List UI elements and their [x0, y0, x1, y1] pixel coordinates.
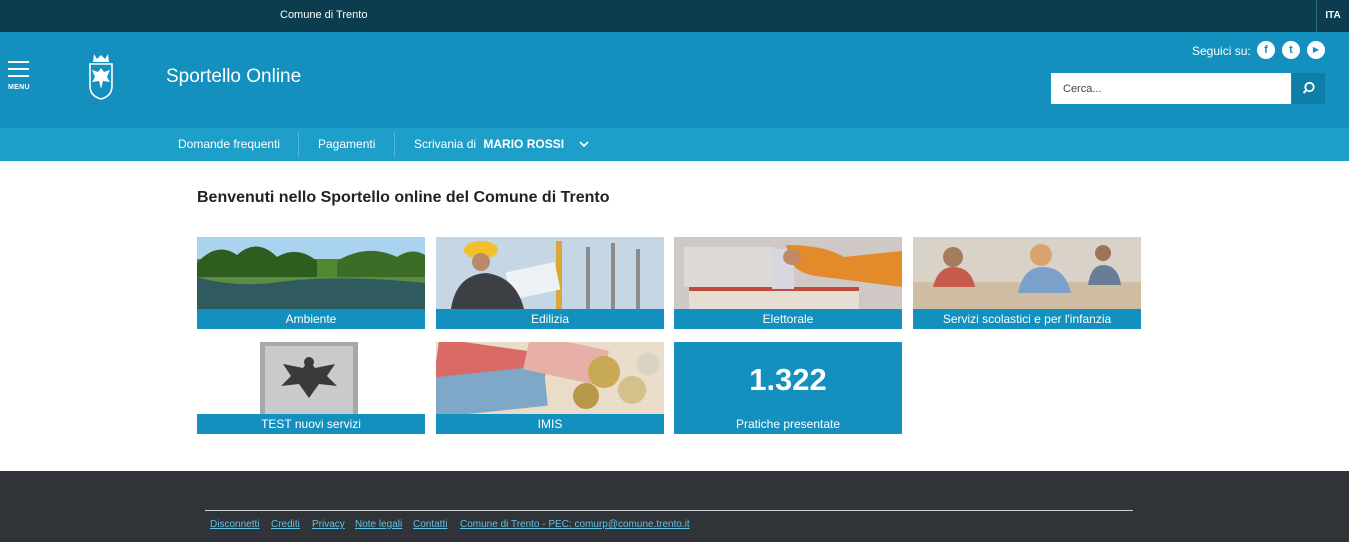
imis-image [436, 342, 664, 414]
tile-test-nuovi-servizi[interactable]: TEST nuovi servizi [197, 342, 425, 434]
counter-label: Pratiche presentate [735, 417, 841, 431]
search-input[interactable] [1051, 73, 1291, 104]
tile-edilizia[interactable]: Edilizia [436, 237, 664, 329]
nav-user-name: MARIO ROSSI [483, 137, 565, 151]
chevron-down-icon [579, 141, 589, 148]
tile-elettorale[interactable]: Elettorale [674, 237, 902, 329]
language-switch[interactable]: ITA [1316, 0, 1349, 32]
follow-label: Seguici su: [1192, 44, 1251, 58]
city-crest-logo[interactable] [86, 52, 116, 100]
footer-link-contacts[interactable]: Contatti [413, 519, 447, 530]
nav-divider [394, 132, 395, 157]
nav-divider [298, 132, 299, 157]
tile-label: Edilizia [436, 309, 664, 329]
nav-user-desk[interactable]: Scrivania di MARIO ROSSI [414, 128, 589, 161]
crest-image [197, 342, 425, 414]
tile-label: Servizi scolastici e per l'infanzia [913, 309, 1141, 329]
footer: Disconnetti Crediti Privacy Note legali … [0, 471, 1349, 542]
main-nav: Domande frequenti Pagamenti Scrivania di… [0, 128, 1349, 161]
elettorale-image [674, 237, 902, 309]
top-bar: Comune di Trento ITA [0, 0, 1349, 32]
counter-value: 1.322 [749, 362, 827, 397]
facebook-icon[interactable]: f [1257, 41, 1275, 59]
footer-divider [205, 510, 1133, 511]
footer-link-pec[interactable]: Comune di Trento - PEC: comurp@comune.tr… [460, 519, 690, 530]
footer-link-logout[interactable]: Disconnetti [210, 519, 259, 530]
menu-button[interactable]: MENU [8, 61, 30, 95]
tile-label: Elettorale [674, 309, 902, 329]
nav-desk-prefix: Scrivania di [414, 137, 477, 151]
footer-link-credits[interactable]: Crediti [271, 519, 300, 530]
page-title: Benvenuti nello Sportello online del Com… [197, 189, 610, 206]
tile-label: IMIS [436, 414, 664, 434]
servizi-scolastici-image [913, 237, 1141, 309]
search-icon [1302, 81, 1315, 94]
site-title[interactable]: Sportello Online [166, 66, 301, 88]
ambiente-image [197, 237, 425, 309]
search-button[interactable] [1292, 73, 1325, 104]
footer-link-legal[interactable]: Note legali [355, 519, 402, 530]
nav-faq[interactable]: Domande frequenti [178, 128, 280, 161]
menu-label: MENU [8, 84, 30, 91]
edilizia-image [436, 237, 664, 309]
org-name[interactable]: Comune di Trento [280, 9, 367, 21]
tile-servizi-scolastici[interactable]: Servizi scolastici e per l'infanzia [913, 237, 1141, 329]
hamburger-icon-line [8, 75, 29, 77]
hamburger-icon-line [8, 68, 29, 70]
tile-imis[interactable]: IMIS [436, 342, 664, 434]
tile-label: TEST nuovi servizi [197, 414, 425, 434]
tile-label: Ambiente [197, 309, 425, 329]
nav-payments[interactable]: Pagamenti [318, 128, 375, 161]
youtube-icon[interactable]: ▶ [1307, 41, 1325, 59]
hamburger-icon [8, 61, 29, 63]
footer-link-privacy[interactable]: Privacy [312, 519, 345, 530]
header: MENU Sportello Online Seguici su: f t ▶ [0, 32, 1349, 128]
twitter-icon[interactable]: t [1282, 41, 1300, 59]
counter-tile[interactable]: 1.322 Pratiche presentate [674, 342, 902, 434]
tile-ambiente[interactable]: Ambiente [197, 237, 425, 329]
